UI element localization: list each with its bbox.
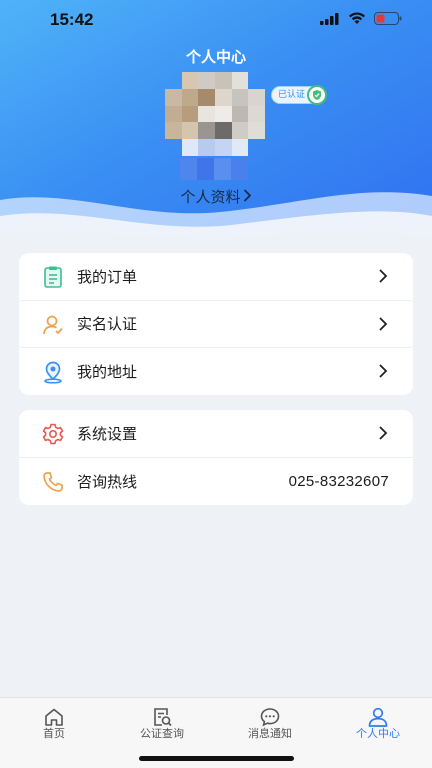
profile-info-link[interactable]: 个人资料 xyxy=(0,186,432,207)
profile-link-label: 个人资料 xyxy=(180,188,241,206)
location-pin-icon xyxy=(44,361,62,384)
chevron-right-icon xyxy=(379,426,388,440)
cellular-signal-icon xyxy=(320,12,339,25)
tab-label: 首页 xyxy=(43,727,65,740)
menu-item-hotline[interactable]: 咨询热线 025-83232607 xyxy=(19,458,413,506)
status-time: 15:42 xyxy=(50,10,94,29)
chevron-right-icon xyxy=(243,189,251,202)
menu-item-label: 系统设置 xyxy=(77,424,138,443)
menu-item-label: 实名认证 xyxy=(77,315,138,334)
menu-item-system-settings[interactable]: 系统设置 xyxy=(19,410,413,458)
chevron-right-icon xyxy=(379,269,388,283)
username-blurred xyxy=(180,158,248,180)
tab-label: 公证查询 xyxy=(140,727,184,740)
menu-card-secondary: 系统设置 咨询热线 025-83232607 xyxy=(19,410,413,505)
verified-label: 已认证 xyxy=(278,90,306,100)
battery-icon xyxy=(374,12,402,25)
menu-item-my-address[interactable]: 我的地址 xyxy=(19,348,413,396)
status-icons xyxy=(320,12,402,25)
tab-label: 消息通知 xyxy=(248,727,292,740)
menu-item-real-name-verification[interactable]: 实名认证 xyxy=(19,301,413,348)
hotline-number[interactable]: 025-83232607 xyxy=(289,473,389,490)
menu-item-label: 我的地址 xyxy=(77,363,138,382)
chevron-right-icon xyxy=(379,364,388,378)
menu-item-label: 咨询热线 xyxy=(77,472,138,491)
home-indicator xyxy=(139,756,294,761)
avatar[interactable] xyxy=(165,72,265,156)
order-clipboard-icon xyxy=(44,266,62,288)
chevron-right-icon xyxy=(379,316,388,331)
menu-card-primary: 我的订单 实名认证 我的地址 xyxy=(19,253,413,395)
page-title: 个人中心 xyxy=(185,48,246,66)
tab-home[interactable]: 首页 xyxy=(0,698,108,768)
gear-icon xyxy=(42,423,64,445)
status-bar: 15:42 xyxy=(0,0,432,44)
user-verify-icon xyxy=(43,315,63,334)
verified-shield-icon xyxy=(307,85,328,105)
menu-item-my-orders[interactable]: 我的订单 xyxy=(19,253,413,301)
tab-label: 个人中心 xyxy=(356,727,400,740)
verified-badge: 已认证 xyxy=(271,85,328,105)
phone-icon xyxy=(43,471,63,492)
menu-item-label: 我的订单 xyxy=(77,267,138,286)
profile-header: 15:42 个人中心 已认证 个人资料 xyxy=(0,0,432,252)
tab-personal-center[interactable]: 个人中心 xyxy=(324,698,432,768)
wifi-icon xyxy=(349,12,365,24)
